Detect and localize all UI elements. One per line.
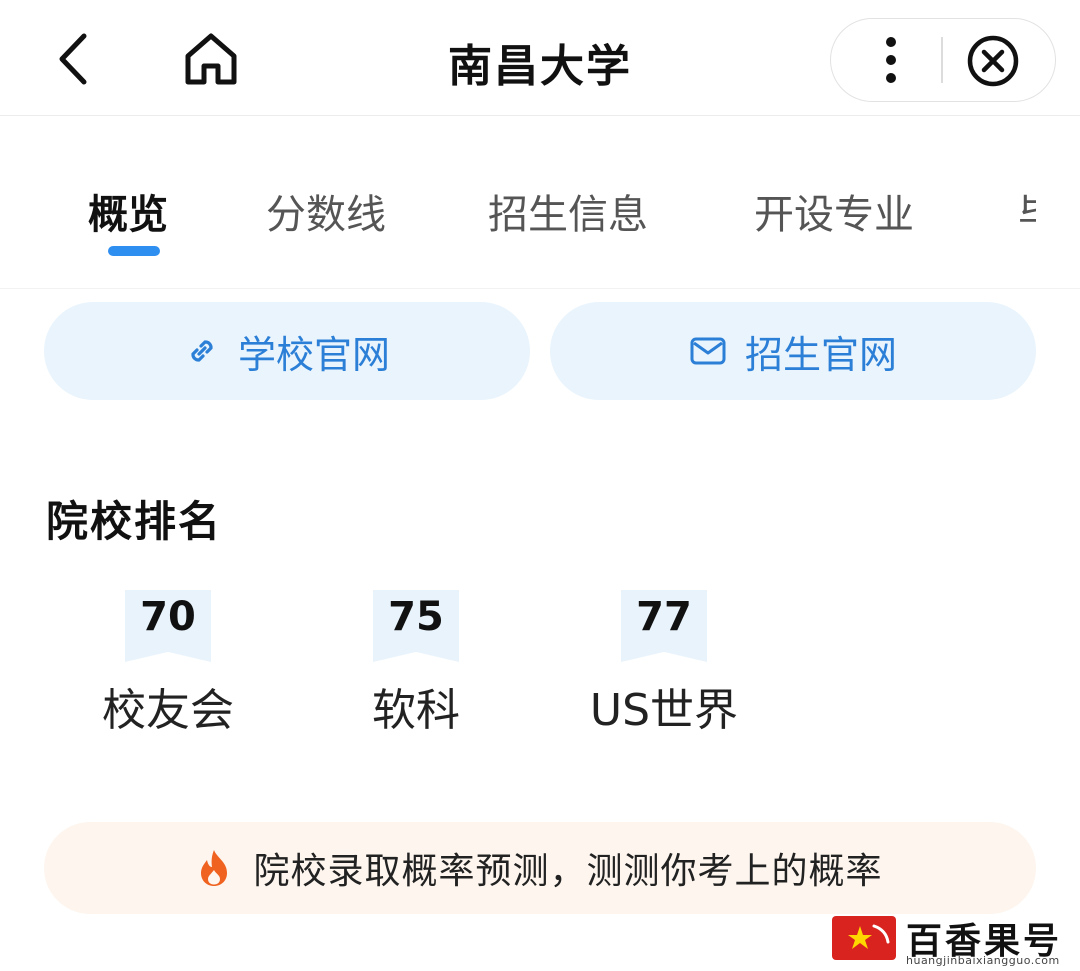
watermark: 百香果号 huangjinbaixiangguo.com — [832, 912, 1074, 968]
school-website-button[interactable]: 学校官网 — [44, 302, 530, 400]
close-circle-icon — [967, 35, 1019, 87]
star-icon — [848, 924, 890, 949]
watermark-logo — [832, 916, 896, 960]
active-tab-indicator — [108, 246, 160, 256]
watermark-domain: huangjinbaixiangguo.com — [906, 954, 1060, 967]
link-icon — [191, 340, 213, 362]
close-button[interactable] — [965, 33, 1021, 89]
rank-label: 校友会 — [102, 685, 234, 736]
rank-value: 77 — [636, 594, 692, 640]
tab-overview[interactable]: 概览 — [88, 182, 168, 240]
ranking-us-news[interactable]: 77 US世界 — [564, 590, 764, 736]
rank-label: 软科 — [372, 685, 460, 736]
flame-icon — [201, 850, 228, 886]
ranking-section-title: 院校排名 — [46, 497, 223, 546]
tabs-divider — [0, 288, 1080, 289]
admission-website-button[interactable]: 招生官网 — [550, 302, 1036, 400]
tab-bar: 概览 分数线 招生信息 开设专业 毕 — [0, 150, 1080, 270]
tab-admission-info[interactable]: 招生信息 — [488, 182, 648, 240]
tab-score-line[interactable]: 分数线 — [266, 182, 386, 240]
capsule-divider — [941, 37, 943, 83]
tab-graduates[interactable]: 毕 — [1018, 182, 1036, 240]
tab-majors[interactable]: 开设专业 — [754, 182, 914, 240]
top-navigation-bar: 南昌大学 — [0, 0, 1080, 116]
rank-label: US世界 — [589, 685, 739, 736]
mail-icon — [690, 337, 726, 365]
mini-program-capsule — [830, 18, 1056, 102]
ranking-shanghai[interactable]: 75 软科 — [316, 590, 516, 736]
more-button[interactable] — [861, 29, 921, 91]
prediction-text: 院校录取概率预测，测测你考上的概率 — [253, 851, 883, 892]
rank-value: 70 — [140, 594, 196, 640]
admission-website-label: 招生官网 — [744, 332, 897, 377]
ranking-alumni[interactable]: 70 校友会 — [68, 590, 268, 736]
admission-prediction-banner[interactable]: 院校录取概率预测，测测你考上的概率 — [44, 822, 1036, 914]
rank-value: 75 — [388, 594, 444, 640]
school-website-label: 学校官网 — [237, 332, 390, 377]
vertical-dots-icon — [886, 37, 896, 83]
